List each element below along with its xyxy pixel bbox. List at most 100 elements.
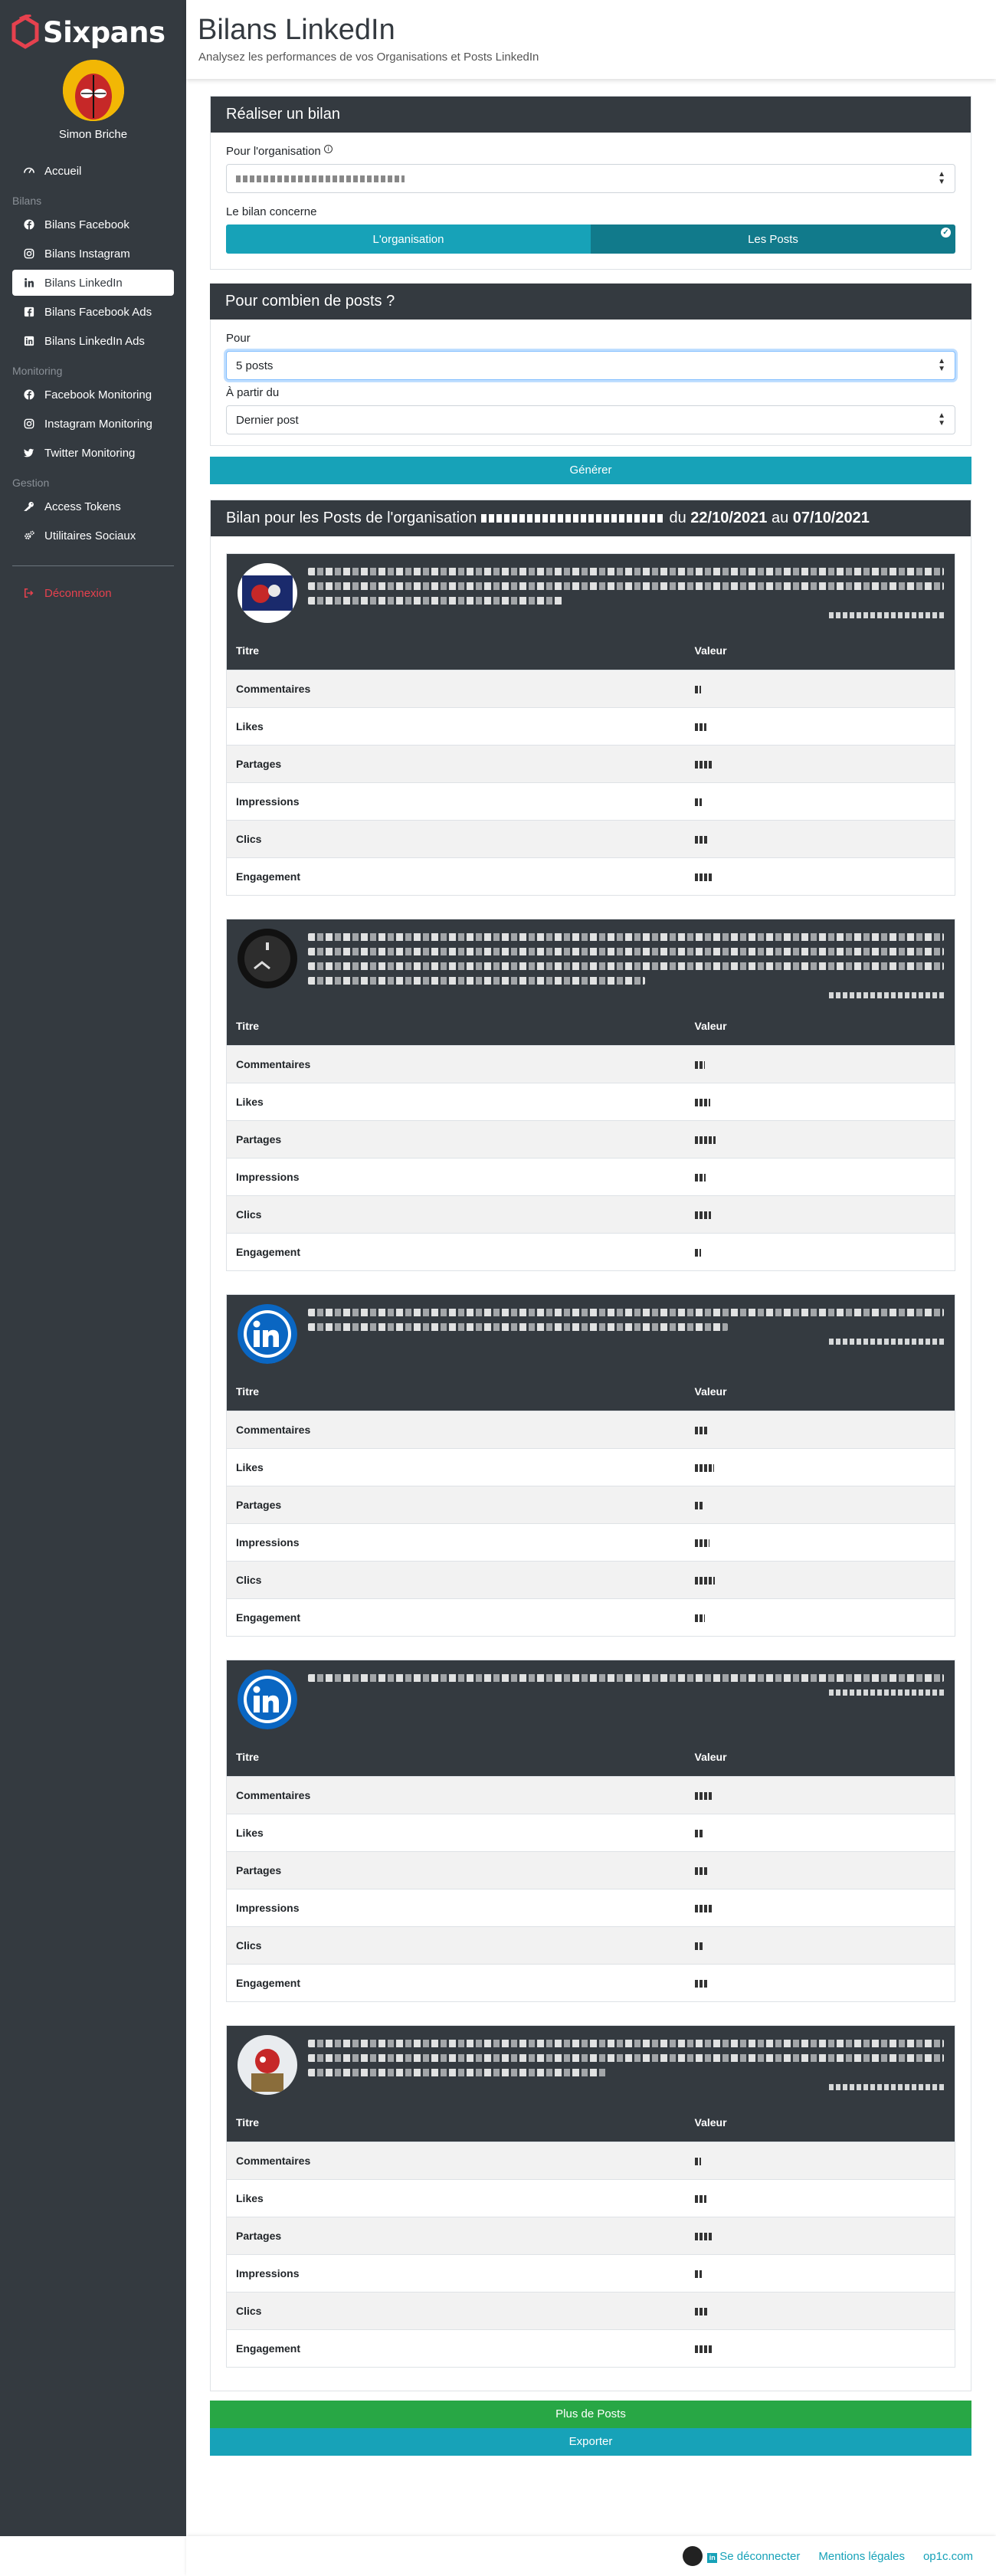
sidebar-item-access-tokens[interactable]: Access Tokens [12, 493, 174, 519]
table-row: Engagement [227, 1232, 955, 1270]
table-row: Partages [227, 2216, 955, 2254]
metric-value-redacted [694, 723, 706, 731]
instagram-icon [23, 418, 35, 430]
count-card: Pour combien de posts ? Pour 5 posts ▲ ▼ … [210, 283, 971, 484]
metric-value [685, 1598, 955, 1636]
table-row: Clics [227, 1195, 955, 1233]
generate-button[interactable]: Générer [210, 457, 971, 484]
table-row: Engagement [227, 1598, 955, 1636]
metric-value [685, 819, 955, 857]
org-label: Pour l'organisation i [226, 145, 955, 158]
brand[interactable]: Sixpans [0, 0, 186, 54]
metric-value [685, 1232, 955, 1270]
org-name-redacted [480, 514, 665, 523]
avatar[interactable] [62, 60, 124, 121]
org-select-value [236, 175, 405, 182]
metric-name: Partages [227, 1119, 686, 1158]
post-avatar [238, 929, 297, 988]
date-from: 22/10/2021 [690, 510, 768, 526]
posts-count-select[interactable]: 5 posts ▲ ▼ [226, 351, 955, 380]
sidebar-item-bilans-linkedin-ads[interactable]: Bilans LinkedIn Ads [12, 328, 174, 354]
column-header-title: Titre [227, 632, 686, 670]
metric-value-redacted [694, 835, 707, 844]
metric-value [685, 706, 955, 745]
metric-value-redacted [694, 798, 702, 806]
from-select[interactable]: Dernier post ▲ ▼ [226, 405, 955, 434]
metric-value [685, 2329, 955, 2367]
metric-value-redacted [694, 1211, 711, 1219]
more-posts-button[interactable]: Plus de Posts [210, 2401, 971, 2428]
post-avatar [238, 2035, 297, 2095]
metric-value [685, 782, 955, 820]
linkedin-square-icon [23, 335, 35, 347]
metric-name: Likes [227, 1082, 686, 1120]
post-block: Titre Valeur Commentaires Likes Partages Impr… [226, 2025, 955, 2368]
table-row: Commentaires [227, 1410, 955, 1448]
column-header-value: Valeur [685, 1739, 955, 1776]
post-header [227, 1295, 955, 1373]
org-select[interactable]: ▲ ▼ [226, 164, 955, 193]
metric-name: Clics [227, 1195, 686, 1233]
post-date [829, 612, 944, 618]
metric-value-redacted [694, 1173, 706, 1181]
column-header-title: Titre [227, 2104, 686, 2142]
sidebar-item-logout[interactable]: Déconnexion [12, 580, 174, 606]
metric-value-redacted [694, 1904, 713, 1912]
metric-value [685, 2178, 955, 2217]
posts-count-value: 5 posts [236, 359, 274, 372]
sidebar-item-label: Bilans Facebook [44, 218, 129, 231]
sidebar-item-facebook-monitoring[interactable]: Facebook Monitoring [12, 382, 174, 408]
post-text-line [308, 597, 562, 605]
footer-logout-link[interactable]: in Se déconnecter [707, 2550, 800, 2563]
post-block: Titre Valeur Commentaires Likes Partages Impr… [226, 1294, 955, 1637]
metric-name: Partages [227, 1485, 686, 1523]
metric-value [685, 1813, 955, 1851]
metric-value-redacted [694, 2232, 712, 2240]
sidebar-item-utilitaires-sociaux[interactable]: Utilitaires Sociaux [12, 523, 174, 549]
post-stats-table: Titre Valeur Commentaires Likes Partages Impr… [227, 1373, 955, 1636]
metric-value-redacted [694, 873, 713, 882]
toggle-posts[interactable]: Les Posts ✓ [591, 224, 955, 254]
sidebar-item-label: Bilans LinkedIn [44, 276, 123, 290]
metric-value [685, 1560, 955, 1598]
toggle-organisation[interactable]: L'organisation [226, 224, 591, 254]
sidebar-item-bilans-instagram[interactable]: Bilans Instagram [12, 241, 174, 267]
facebook-square-icon [23, 306, 35, 318]
metric-value-redacted [694, 1426, 709, 1434]
metric-value-redacted [694, 2345, 713, 2354]
metric-value-redacted [694, 2270, 702, 2278]
sidebar-item-label: Twitter Monitoring [44, 446, 136, 460]
sidebar-item-bilans-facebook-ads[interactable]: Bilans Facebook Ads [12, 299, 174, 325]
metric-value-redacted [694, 2307, 707, 2315]
metric-value-redacted [694, 1539, 709, 1547]
metric-value-redacted [694, 760, 712, 769]
metric-name: Engagement [227, 1232, 686, 1270]
post-text [308, 2035, 944, 2095]
table-row: Likes [227, 2178, 955, 2217]
sidebar-item-instagram-monitoring[interactable]: Instagram Monitoring [12, 411, 174, 437]
metric-value [685, 1410, 955, 1448]
sidebar-item-bilans-linkedin[interactable]: Bilans LinkedIn [12, 270, 174, 296]
metric-value [685, 1044, 955, 1083]
sidebar-item-bilans-facebook[interactable]: Bilans Facebook [12, 211, 174, 238]
metric-value-redacted [694, 2194, 706, 2203]
footer-legal-link[interactable]: Mentions légales [818, 2550, 905, 2563]
footer-site-link[interactable]: op1c.com [923, 2550, 973, 2563]
sidebar-item-label: Instagram Monitoring [44, 417, 152, 431]
section-bilans: Bilans [12, 195, 42, 207]
check-icon: ✓ [941, 228, 951, 238]
metric-name: Clics [227, 2291, 686, 2329]
info-icon[interactable]: i [323, 145, 333, 153]
post-text-line [308, 1323, 728, 1331]
metric-value [685, 1082, 955, 1120]
post-avatar [238, 1304, 297, 1364]
sidebar-item-twitter-monitoring[interactable]: Twitter Monitoring [12, 440, 174, 466]
metric-name: Likes [227, 1447, 686, 1486]
sidebar-item-home[interactable]: Accueil [12, 158, 174, 184]
export-button[interactable]: Exporter [210, 2428, 971, 2456]
table-row: Likes [227, 1082, 955, 1120]
table-row: Commentaires [227, 1775, 955, 1814]
table-row: Commentaires [227, 2141, 955, 2179]
section-gestion: Gestion [12, 477, 50, 489]
metric-name: Likes [227, 706, 686, 745]
